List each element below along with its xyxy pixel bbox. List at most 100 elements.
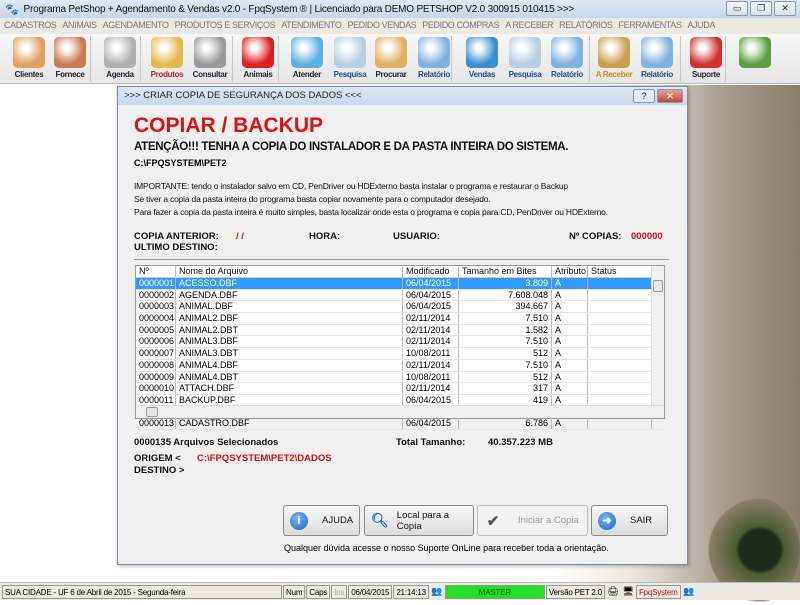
exit-button[interactable]: ➜ SAIR [591,505,668,536]
status-version: Versão PET 2.0 [545,584,605,599]
table-row[interactable]: 0000007 ANIMAL3.DBT 10/08/2011 512 A [136,348,664,360]
toolbar-label: Fornece [55,70,85,79]
toolbar-button-a-receber[interactable]: A Receber [592,36,636,82]
num-copias-value: 000000 [631,231,663,242]
search-doc-icon [334,37,366,68]
column-header[interactable]: Status [588,266,652,277]
files-table[interactable]: Nº Nome do Arquivo Modificado Tamanho em Bi… [135,265,665,430]
menu-agendamento[interactable]: AGENDAMENTO [103,18,175,34]
menu-pedido-compras[interactable]: PEDIDO COMPRAS [422,18,505,34]
hora-label: HORA: [309,231,341,242]
menu-a-receber[interactable]: A RECEBER [505,18,559,34]
table-cell: CADASTRO.DBF [176,418,403,429]
barcode-icon [194,37,226,68]
table-cell: A [552,394,588,406]
agenda-icon [104,37,136,68]
table-cell: ACESSO.DBF [176,278,403,289]
toolbar-button-animais[interactable]: Animais [236,36,280,82]
menu-ajuda[interactable]: AJUDA [687,18,721,34]
toolbar-label: Produtos [150,70,184,79]
supplier-icon [54,37,86,68]
menu-cadastros[interactable]: CADASTROS [4,18,62,34]
dialog-close-button[interactable]: ✕ [657,89,683,103]
column-header[interactable]: Nº [136,266,176,277]
table-cell: 0000010 [136,383,176,394]
toolbar-button-atender[interactable]: Atender [285,36,329,82]
toolbar-button-relat-rio[interactable]: Relatório [635,36,679,82]
toolbar-label: Pesquisa [333,70,367,79]
table-cell: ANIMAL3.DBF [176,336,403,348]
dialog-help-button[interactable]: ? [633,89,655,103]
menu-produtos-e-servi-os[interactable]: PRODUTOS E SERVIÇOS [175,18,282,34]
table-cell: 06/04/2015 [403,418,459,429]
toolbar-label: Vendas [468,70,496,79]
close-button[interactable]: ✕ [774,1,796,16]
table-cell: 7.510 [459,359,552,371]
toolbar-button-fornece[interactable]: Fornece [48,36,92,82]
menu-relat-rios[interactable]: RELATÓRIOS [559,18,618,34]
minimize-button[interactable]: ▭ [726,1,748,16]
money-icon [598,37,630,68]
table-cell [588,289,652,301]
column-header[interactable]: Modificado [403,266,459,277]
horizontal-scrollbar[interactable] [136,405,664,418]
app-paw-icon: 🐾 [5,3,19,16]
toolbar-button-relat-rio[interactable]: Relatório [412,36,456,82]
table-row[interactable]: 0000008 ANIMAL4.DBF 02/11/2014 7.510 A [136,359,664,372]
column-header[interactable]: Nome do Arquivo [176,266,403,277]
table-cell: 0000007 [136,348,176,359]
restore-button[interactable]: ❐ [750,1,772,16]
menu-pedido-vendas[interactable]: PEDIDO VENDAS [347,18,422,34]
report-printer-icon [418,37,450,68]
toolbar-button-produtos[interactable]: Produtos [145,36,189,82]
help-button[interactable]: i AJUDA [283,505,360,536]
table-cell [588,394,652,406]
toolbar-label: Consultar [192,70,228,79]
toolbar-button-procurar[interactable]: Procurar [369,36,413,82]
table-cell: 02/11/2014 [403,324,459,336]
column-header[interactable]: Tamanho em Bites [459,266,552,277]
table-cell: A [552,301,588,313]
table-row[interactable]: 0000005 ANIMAL2.DBT 02/11/2014 1.582 A [136,324,664,337]
usuario-label: USUARIO: [393,231,440,242]
choose-location-button[interactable]: 🔍︎ Local para a Copia [364,505,474,536]
copia-anterior-label: COPIA ANTERIOR: [134,231,219,242]
toolbar-button-pesquisa[interactable]: Pesquisa [328,36,372,82]
toolbar-button-pesquisa[interactable]: Pesquisa [503,36,547,82]
table-cell: A [552,359,588,371]
table-row[interactable]: 0000013 CADASTRO.DBF 06/04/2015 6.786 A [136,418,664,430]
start-copy-button[interactable]: ✔ Iniciar a Copia [477,505,588,536]
table-cell: ANIMAL3.DBT [176,348,403,359]
toolbar-label: A Receber [595,70,633,79]
dialog-title-bar: >>> CRIAR COPIA DE SEGURANÇA DOS DADOS <… [118,87,687,105]
table-row[interactable]: 0000009 ANIMAL4.DBT 10/08/2011 512 A [136,371,664,384]
table-row[interactable]: 0000010 ATTACH.DBF 02/11/2014 317 A [136,383,664,395]
toolbar-separator [589,36,590,82]
toolbar-button-consultar[interactable]: Consultar [188,36,232,82]
toolbar-button-suporte[interactable]: Suporte [684,36,728,82]
table-cell [588,383,652,394]
window-title: Programa PetShop + Agendamento & Vendas … [23,3,575,15]
table-row[interactable]: 0000006 ANIMAL3.DBF 02/11/2014 7.510 A [136,336,664,349]
table-cell: A [552,278,588,289]
origem-path: C:\FPQSYSTEM\PET2\DADOS [197,453,332,464]
table-row[interactable]: 0000001 ACESSO.DBF 06/04/2015 3.809 A [136,278,664,290]
toolbar-label: Procurar [375,70,407,79]
menu-animais[interactable]: ANIMAIS [62,18,102,34]
menu-atendimento[interactable]: ATENDIMENTO [281,18,347,34]
toolbar-button-vendas[interactable]: Vendas [460,36,504,82]
dialog-heading: COPIAR / BACKUP [134,114,324,137]
toolbar-button-relat-rio[interactable]: Relatório [545,36,589,82]
toolbar-button-exit[interactable] [733,36,777,82]
toolbar-button-agenda[interactable]: Agenda [98,36,142,82]
menu-ferramentas[interactable]: FERRAMENTAS [619,18,688,34]
vertical-scrollbar[interactable] [651,266,664,406]
table-row[interactable]: 0000003 ANIMAL.DBF 06/04/2015 394.667 A [136,301,664,314]
column-header[interactable]: Atributo [552,266,588,277]
arrow-right-icon: ➜ [598,511,616,530]
toolbar-button-clientes[interactable]: Clientes [7,36,51,82]
printer-icon: 🖨 [607,586,619,596]
status-ins: Ins [331,584,348,599]
table-row[interactable]: 0000004 ANIMAL2.DBF 02/11/2014 7.510 A [136,313,664,325]
table-row[interactable]: 0000002 AGENDA.DBF 06/04/2015 7.608.048 A [136,289,664,302]
